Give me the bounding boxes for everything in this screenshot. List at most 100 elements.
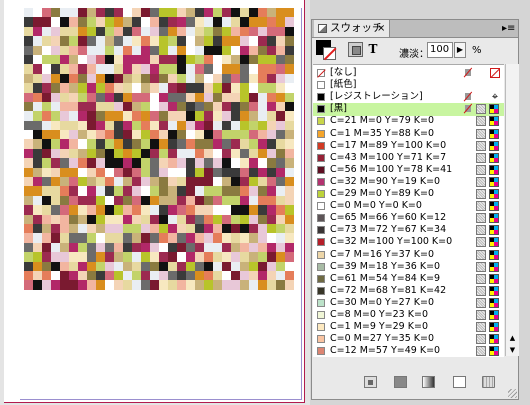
mosaic-tile <box>114 195 123 206</box>
mosaic-tile <box>240 167 249 178</box>
mosaic-tile <box>78 261 87 271</box>
swatch-row[interactable]: C=73 M=72 Y=67 K=34 <box>313 224 504 237</box>
swatch-row[interactable]: C=43 M=100 Y=71 K=7 <box>313 152 504 165</box>
swatch-row[interactable]: C=39 M=18 Y=36 K=0 <box>313 261 504 274</box>
swatch-row[interactable]: C=8 M=0 Y=23 K=0 <box>313 309 504 322</box>
mosaic-tile <box>177 223 186 234</box>
swatch-name: C=39 M=18 Y=36 K=0 <box>330 260 441 272</box>
swatch-list[interactable]: [なし] [紙色] [レジストレーション] ⌖ [黒] C=21 M=0 Y=79 K=0… <box>313 64 504 357</box>
swatch-row[interactable]: C=65 M=66 Y=60 K=12 <box>313 212 504 225</box>
mosaic-tile <box>51 83 60 93</box>
mosaic-tile <box>249 83 258 93</box>
mosaic-tile <box>186 36 195 46</box>
mosaic-tile <box>204 242 213 253</box>
new-swatch-icon[interactable] <box>453 376 466 388</box>
mosaic-tile <box>186 111 195 121</box>
formatting-container-icon[interactable] <box>348 42 363 57</box>
mosaic-tile <box>168 148 177 159</box>
mosaic-tile <box>222 148 231 159</box>
mosaic-tile <box>267 270 276 281</box>
document-canvas[interactable] <box>0 0 310 405</box>
show-color-swatches-icon[interactable] <box>394 376 407 388</box>
swatch-row[interactable]: C=72 M=68 Y=81 K=42 <box>313 285 504 298</box>
scroll-down-icon[interactable]: ▼ <box>506 344 519 356</box>
mosaic-tile <box>51 158 60 168</box>
fill-stroke-indicator[interactable] <box>316 40 338 62</box>
swatch-row[interactable]: C=0 M=27 Y=35 K=0 <box>313 333 504 346</box>
swatch-row[interactable]: C=12 M=57 Y=49 K=0 <box>313 345 504 357</box>
swatch-row[interactable]: [紙色] <box>313 79 504 92</box>
mosaic-tile <box>195 158 204 168</box>
mosaic-tile <box>186 101 195 112</box>
mosaic-tile <box>267 83 276 93</box>
stroke-swatch-icon[interactable] <box>323 47 336 60</box>
document-page[interactable] <box>4 0 305 403</box>
mosaic-tile <box>123 92 132 102</box>
swatch-row[interactable]: C=21 M=0 Y=79 K=0 <box>313 115 504 128</box>
swatch-row[interactable]: C=1 M=35 Y=88 K=0 <box>313 128 504 141</box>
mosaic-tile <box>78 214 87 224</box>
mosaic-tile <box>87 64 96 74</box>
mosaic-tile <box>177 92 186 102</box>
swatch-row[interactable]: C=56 M=100 Y=78 K=41 <box>313 164 504 177</box>
mosaic-tile <box>69 83 78 93</box>
mosaic-tile <box>69 92 78 102</box>
mosaic-tile <box>96 280 105 290</box>
mosaic-tile <box>132 158 141 168</box>
swatch-row[interactable]: [黒] <box>313 103 504 116</box>
close-icon[interactable]: × <box>377 20 385 37</box>
resize-grip-icon[interactable] <box>508 389 517 398</box>
mosaic-tile <box>141 64 150 74</box>
mosaic-tile <box>285 130 294 140</box>
mosaic-tile <box>267 214 276 224</box>
swatch-row[interactable]: C=1 M=9 Y=29 K=0 <box>313 321 504 334</box>
mosaic-tile <box>231 205 240 215</box>
mosaic-tile <box>78 195 87 206</box>
formatting-text-icon[interactable]: T <box>366 42 380 57</box>
mosaic-tile <box>195 195 204 206</box>
swatch-row[interactable]: C=32 M=100 Y=100 K=0 <box>313 236 504 249</box>
panel-tab-bar[interactable]: スウォッチ × ▸≡ <box>312 20 518 38</box>
swatch-row[interactable]: [なし] <box>313 67 504 80</box>
mosaic-tile <box>195 139 204 149</box>
mosaic-tile <box>33 158 42 168</box>
panel-menu-icon[interactable]: ▸≡ <box>502 22 515 35</box>
mosaic-tile <box>231 8 240 18</box>
mosaic-tile <box>60 261 69 271</box>
swatch-row[interactable]: C=0 M=0 Y=0 K=0 <box>313 200 504 213</box>
swatch-row[interactable]: C=29 M=0 Y=89 K=0 <box>313 188 504 201</box>
mosaic-tile <box>213 270 222 281</box>
swatch-row[interactable]: C=61 M=54 Y=84 K=9 <box>313 273 504 286</box>
mosaic-tile <box>96 54 105 65</box>
swatch-list-scrollbar[interactable]: ▲ ▼ <box>505 64 519 356</box>
swatch-row[interactable]: C=7 M=16 Y=37 K=0 <box>313 249 504 262</box>
swatch-row[interactable]: C=17 M=89 Y=100 K=0 <box>313 140 504 153</box>
mosaic-tile <box>249 280 258 290</box>
mosaic-tile <box>276 148 285 159</box>
trash-icon[interactable] <box>482 376 495 388</box>
swatch-row[interactable]: [レジストレーション] ⌖ <box>313 91 504 104</box>
scroll-up-icon[interactable]: ▲ <box>506 332 519 344</box>
mosaic-tile <box>150 45 159 55</box>
mosaic-tile <box>195 252 204 262</box>
mosaic-tile <box>258 54 267 65</box>
tab-swatches[interactable]: スウォッチ × <box>314 20 390 37</box>
mosaic-tile <box>96 261 105 271</box>
tint-input[interactable]: 100 <box>427 42 453 58</box>
mosaic-tile <box>87 242 96 253</box>
tint-slider-arrow-icon[interactable]: ▶ <box>454 42 466 58</box>
show-all-swatches-icon[interactable] <box>364 376 377 388</box>
swatch-row[interactable]: C=32 M=90 Y=19 K=0 <box>313 176 504 189</box>
mosaic-tile <box>60 223 69 234</box>
mosaic-tile <box>249 261 258 271</box>
swatch-chip <box>317 105 325 114</box>
swatch-row[interactable]: C=30 M=0 Y=27 K=0 <box>313 297 504 310</box>
mosaic-tile <box>222 73 231 84</box>
mosaic-tile <box>240 92 249 102</box>
mosaic-tile <box>60 280 69 290</box>
mosaic-tile <box>123 120 132 131</box>
mosaic-artwork[interactable] <box>24 8 294 290</box>
mosaic-tile <box>222 158 231 168</box>
mosaic-tile <box>168 139 177 149</box>
show-gradient-swatches-icon[interactable] <box>422 376 435 388</box>
